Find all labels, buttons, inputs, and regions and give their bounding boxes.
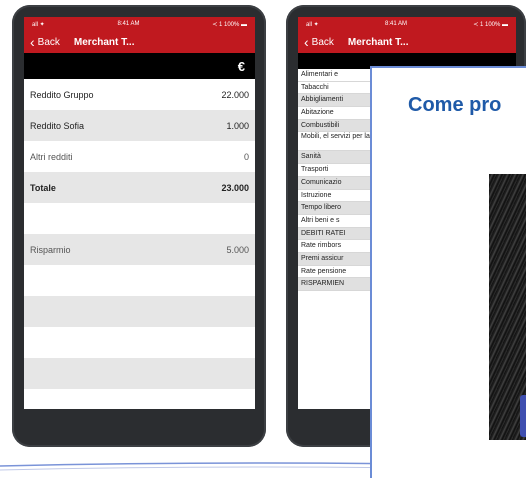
- nav-bar: ‹ Back Merchant T...: [24, 31, 255, 53]
- row-label: Risparmio: [30, 244, 71, 255]
- row-empty: [24, 265, 255, 296]
- page-title: Merchant T...: [73, 36, 135, 48]
- row-risparmio[interactable]: Risparmio 5.000: [24, 234, 255, 265]
- back-label: Back: [37, 36, 60, 48]
- row-altri-redditi[interactable]: Altri redditi 0: [24, 141, 255, 172]
- signal-indicator: all ✦: [306, 21, 319, 28]
- row-empty: [24, 358, 255, 389]
- currency-header: €: [24, 53, 255, 79]
- row-label: Reddito Sofia: [30, 120, 85, 131]
- row-empty: [24, 203, 255, 234]
- row-label: Totale: [30, 182, 56, 193]
- row-label: Altri redditi: [30, 151, 73, 162]
- signal-indicator: all ✦: [32, 21, 45, 28]
- slide-overlay: Come pro: [370, 66, 526, 478]
- slide-button[interactable]: [520, 395, 526, 437]
- chevron-left-icon: ‹: [30, 34, 35, 50]
- row-empty: [24, 327, 255, 358]
- chevron-left-icon: ‹: [304, 34, 309, 50]
- row-reddito-sofia[interactable]: Reddito Sofia 1.000: [24, 110, 255, 141]
- nav-bar: ‹ Back Merchant T...: [298, 31, 516, 53]
- row-value: 1.000: [226, 120, 249, 131]
- row-totale: Totale 23.000: [24, 172, 255, 203]
- slide-title: Come pro: [408, 94, 502, 116]
- phone-left-screen: all ✦ 8:41 AM ≺ 1 100% ▬ ‹ Back Merchant…: [24, 17, 255, 409]
- euro-symbol: €: [237, 58, 245, 74]
- row-reddito-gruppo[interactable]: Reddito Gruppo 22.000: [24, 79, 255, 110]
- battery-indicator: ≺ 1 100% ▬: [212, 21, 247, 28]
- status-bar: all ✦ 8:41 AM ≺ 1 100% ▬: [298, 17, 516, 31]
- status-time: 8:41 AM: [117, 21, 140, 27]
- status-bar: all ✦ 8:41 AM ≺ 1 100% ▬: [24, 17, 255, 31]
- back-label: Back: [311, 36, 334, 48]
- battery-indicator: ≺ 1 100% ▬: [473, 21, 508, 28]
- row-value: 5.000: [226, 244, 249, 255]
- row-value: 23.000: [221, 182, 249, 193]
- back-button[interactable]: ‹ Back: [304, 35, 334, 49]
- phone-left: all ✦ 8:41 AM ≺ 1 100% ▬ ‹ Back Merchant…: [12, 5, 266, 447]
- row-value: 0: [243, 151, 249, 162]
- row-empty: [24, 296, 255, 327]
- page-title: Merchant T...: [347, 36, 409, 48]
- back-button[interactable]: ‹ Back: [30, 35, 60, 49]
- row-label: Reddito Gruppo: [30, 89, 94, 100]
- status-time: 8:41 AM: [384, 21, 407, 27]
- row-value: 22.000: [221, 89, 249, 100]
